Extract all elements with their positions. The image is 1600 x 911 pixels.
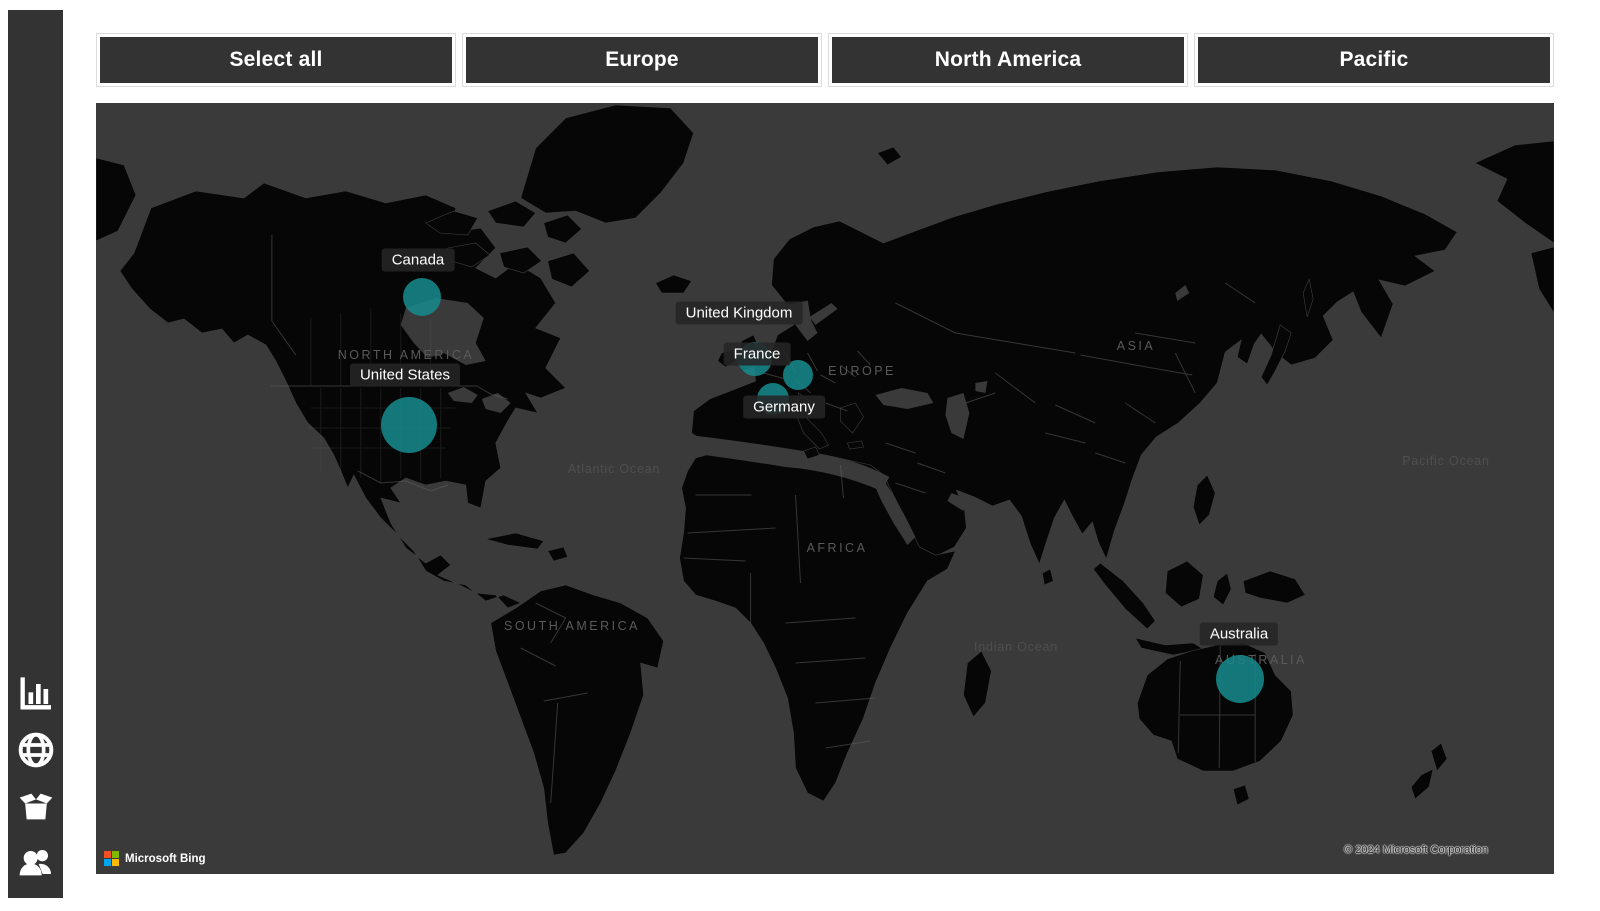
sidebar-item-customers[interactable] xyxy=(14,840,58,884)
filter-button-select-all[interactable]: Select all xyxy=(96,33,456,87)
filter-button-north-america[interactable]: North America xyxy=(828,33,1188,87)
package-icon xyxy=(16,786,56,826)
country-label-united-states: United States xyxy=(350,364,460,387)
sidebar-item-geography[interactable] xyxy=(14,728,58,772)
filter-toolbar: Select all Europe North America Pacific xyxy=(96,33,1554,87)
sidebar-item-charts[interactable] xyxy=(14,672,58,716)
filter-button-label: North America xyxy=(935,48,1082,72)
report-page: Select all Europe North America Pacific xyxy=(0,0,1600,911)
world-map-canvas xyxy=(96,103,1554,874)
country-label-australia: Australia xyxy=(1200,623,1278,646)
bar-chart-icon xyxy=(16,674,56,714)
bing-logo-text: Microsoft Bing xyxy=(125,853,206,865)
map-copyright: © 2024 Microsoft Corporation xyxy=(1344,844,1488,856)
filter-button-label: Select all xyxy=(229,48,322,72)
filter-button-pacific[interactable]: Pacific xyxy=(1194,33,1554,87)
map-bubble-united-states[interactable] xyxy=(381,397,437,453)
country-label-germany: Germany xyxy=(743,396,825,419)
sidebar xyxy=(8,10,63,898)
filter-button-label: Pacific xyxy=(1339,48,1408,72)
map-bubble-canada[interactable] xyxy=(403,278,441,316)
microsoft-logo-icon xyxy=(104,851,119,866)
filter-button-europe[interactable]: Europe xyxy=(462,33,822,87)
country-label-canada: Canada xyxy=(382,249,455,272)
people-icon xyxy=(16,842,56,882)
map-bubble-australia[interactable] xyxy=(1216,655,1264,703)
map-visual[interactable]: NORTH AMERICASOUTH AMERICAEUROPEAFRICAAS… xyxy=(96,103,1554,874)
filter-button-label: Europe xyxy=(605,48,679,72)
country-label-united-kingdom: United Kingdom xyxy=(676,302,803,325)
bing-logo[interactable]: Microsoft Bing xyxy=(104,851,206,866)
country-label-france: France xyxy=(724,343,791,366)
sidebar-item-products[interactable] xyxy=(14,784,58,828)
globe-icon xyxy=(16,730,56,770)
